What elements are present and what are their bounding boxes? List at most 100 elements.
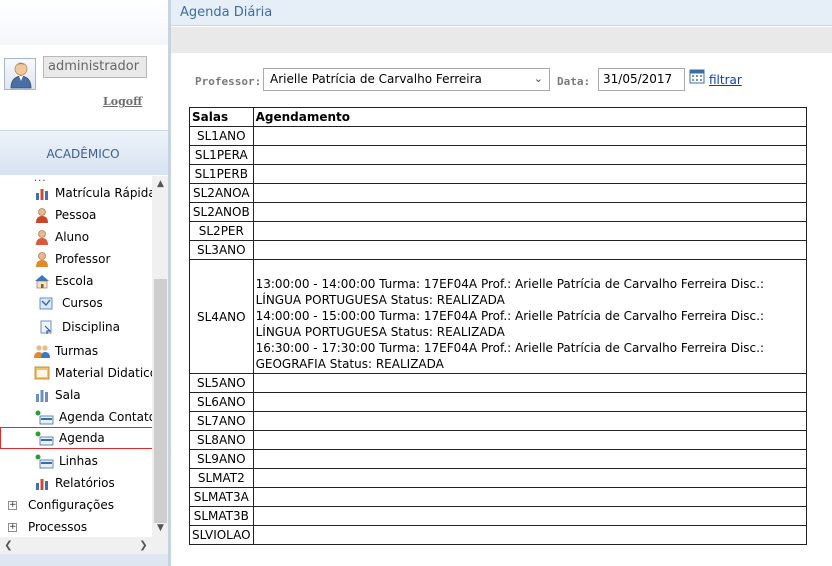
sidebar-item-label: Agenda [59, 431, 105, 445]
room-cell: SL8ANO [189, 430, 254, 450]
person-icon [34, 207, 50, 223]
table-row: SL7ANO [189, 411, 808, 431]
expand-icon[interactable]: + [8, 500, 17, 510]
scroll-right-icon[interactable]: ❯ [135, 537, 152, 554]
room-cell: SLVIOLAO [189, 525, 254, 545]
logoff-link[interactable]: Logoff [103, 95, 142, 108]
filter-row: Professor: Arielle Patrícia de Carvalho … [171, 68, 832, 92]
table-row: SL1PERB [189, 164, 808, 184]
appointment-entry: 14:00:00 - 15:00:00 Turma: 17EF04A Prof.… [255, 309, 764, 339]
room-cell: SL1PERA [189, 145, 254, 165]
sidebar-horizontal-scrollbar[interactable]: ❮ ❯ [0, 537, 169, 554]
section-header-academico[interactable]: ACADÊMICO [0, 130, 169, 175]
username-field: administrador [43, 56, 147, 78]
appointment-entry: 13:00:00 - 14:00:00 Turma: 17EF04A Prof.… [255, 277, 764, 307]
main-content: Agenda Diária Professor: Arielle Patríci… [171, 0, 832, 566]
table-header-row: Salas Agendamento [189, 107, 808, 127]
room-cell: SLMAT3B [189, 506, 254, 526]
tree-item-label: Processos [28, 520, 88, 534]
schedule-cell [252, 221, 808, 241]
room-cell: SL9ANO [189, 449, 254, 469]
page-title: Agenda Diária [180, 5, 273, 20]
table-row: SL8ANO [189, 430, 808, 450]
sidebar-item-label: Agenda Contato [59, 410, 157, 424]
sidebar-item-disciplina[interactable]: Disciplina [38, 317, 169, 337]
professor-select-value: Arielle Patrícia de Carvalho Ferreira [270, 72, 482, 86]
tree-item-processos[interactable]: + Processos [8, 517, 87, 537]
date-input[interactable]: 31/05/2017 [598, 68, 685, 91]
sidebar-vertical-scrollbar[interactable]: ▲ ▼ [152, 176, 169, 537]
user-box: administrador Logoff [0, 52, 169, 112]
room-cell: SL4ANO [189, 259, 254, 374]
sidebar-item-agenda[interactable]: Agenda [0, 427, 154, 449]
sidebar-item-linhas[interactable]: Linhas [34, 451, 169, 471]
agenda-icon [34, 430, 54, 446]
schedule-cell [252, 373, 808, 393]
room-cell: SLMAT3A [189, 487, 254, 507]
sidebar-item-label: Turmas [55, 344, 99, 358]
sidebar-item-label: Aluno [55, 230, 90, 244]
scroll-down-icon[interactable]: ▼ [152, 520, 169, 537]
toolbar-strip [171, 27, 832, 53]
sidebar-item-label: Sala [55, 388, 81, 402]
sidebar-item-agenda-contato[interactable]: Agenda Contato [34, 407, 169, 427]
sidebar-item-cursos[interactable]: Cursos [38, 293, 169, 313]
room-cell: SL5ANO [189, 373, 254, 393]
filter-link[interactable]: filtrar [709, 73, 742, 87]
table-row: SLMAT3B [189, 506, 808, 526]
sidebar-item-turmas[interactable]: Turmas [34, 341, 169, 361]
title-bar: Agenda Diária [171, 0, 832, 26]
sidebar-item-material-didatico[interactable]: Material Didatico [34, 363, 169, 383]
sidebar-item-label: Linhas [59, 454, 98, 468]
reports-icon [34, 475, 50, 491]
scroll-left-icon[interactable]: ❮ [0, 537, 17, 554]
lines-icon [34, 453, 54, 469]
sidebar-item-aluno[interactable]: Aluno [34, 227, 169, 247]
schedule-cell [252, 506, 808, 526]
sidebar-item-matricula-rapida[interactable]: Matrícula Rápida [34, 183, 169, 203]
sidebar-item-label: Pessoa [55, 208, 97, 222]
schedule-cell [252, 449, 808, 469]
column-header-salas: Salas [189, 107, 254, 127]
sidebar-menu: ... Matrícula Rápida Pessoa Aluno Profes… [0, 175, 169, 537]
sidebar-item-label: Material Didatico [55, 366, 158, 380]
discipline-icon [38, 319, 54, 335]
room-cell: SL1PERB [189, 164, 254, 184]
sidebar-footer [0, 554, 169, 566]
table-row: SL1PERA [189, 145, 808, 165]
professor-select[interactable]: Arielle Patrícia de Carvalho Ferreira ⌄ [263, 68, 550, 91]
room-cell: SL7ANO [189, 411, 254, 431]
table-row: SL4ANO 13:00:00 - 14:00:00 Turma: 17EF04… [189, 259, 808, 374]
expand-icon[interactable]: + [8, 522, 17, 532]
sidebar-top [0, 0, 169, 45]
schedule-cell [252, 202, 808, 222]
room-cell: SL6ANO [189, 392, 254, 412]
sidebar-item-escola[interactable]: Escola [34, 271, 169, 291]
table-row: SLMAT2 [189, 468, 808, 488]
schedule-cell [252, 468, 808, 488]
agenda-contact-icon [34, 409, 54, 425]
material-icon [34, 365, 50, 381]
student-icon [34, 229, 50, 245]
sidebar-item-sala[interactable]: Sala [34, 385, 169, 405]
courses-icon [38, 295, 54, 311]
sidebar-item-professor[interactable]: Professor [34, 249, 169, 269]
table-row: SL6ANO [189, 392, 808, 412]
table-row: SLVIOLAO [189, 525, 808, 545]
user-avatar-icon [4, 58, 36, 90]
schedule-cell [252, 183, 808, 203]
table-row: SL5ANO [189, 373, 808, 393]
scroll-up-icon[interactable]: ▲ [152, 176, 169, 193]
sidebar-item-label: Disciplina [62, 320, 121, 334]
table-row: SL1ANO [189, 126, 808, 146]
table-row: SL9ANO [189, 449, 808, 469]
calendar-icon[interactable] [689, 68, 705, 84]
scroll-thumb[interactable] [154, 279, 167, 523]
sidebar: administrador Logoff ACADÊMICO ... Matrí… [0, 0, 169, 566]
room-cell: SL3ANO [189, 240, 254, 260]
schedule-cell [252, 411, 808, 431]
school-icon [34, 273, 50, 289]
sidebar-item-relatorios[interactable]: Relatórios [34, 473, 169, 493]
sidebar-item-pessoa[interactable]: Pessoa [34, 205, 169, 225]
tree-item-configuracoes[interactable]: + Configurações [8, 495, 114, 515]
